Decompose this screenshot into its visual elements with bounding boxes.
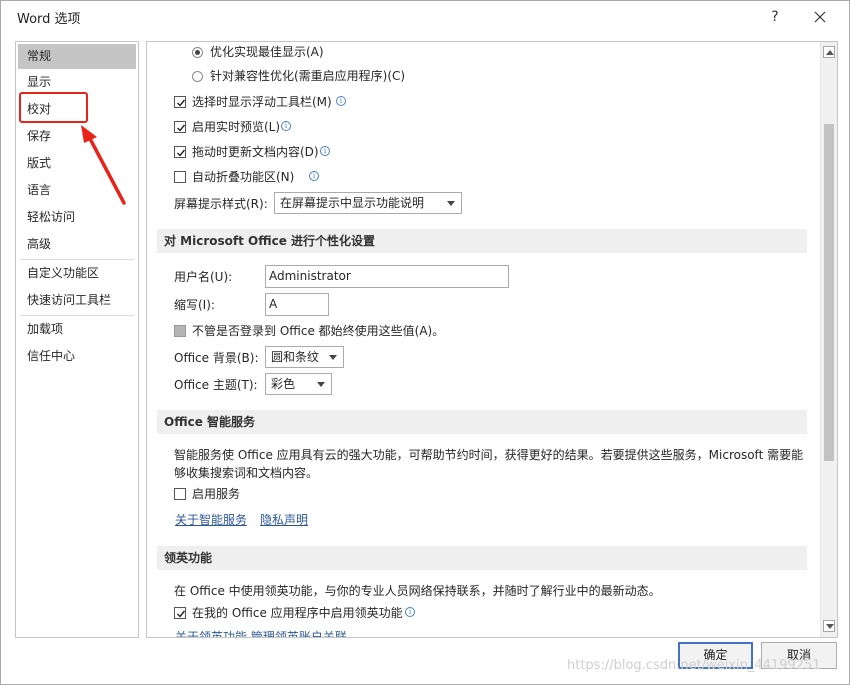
chevron-down-icon (329, 355, 337, 360)
mini-toolbar-checkbox[interactable] (174, 96, 186, 108)
always-use-values-label: 不管是否登录到 Office 都始终使用这些值(A)。 (192, 324, 445, 338)
username-field[interactable]: Administrator (265, 265, 509, 288)
screentip-style-label: 屏幕提示样式(R): (174, 197, 268, 211)
nav-item-general[interactable]: 常规 (18, 44, 136, 69)
checkmark-icon (177, 149, 186, 157)
initials-label: 缩写(I): (174, 298, 215, 312)
enable-linkedin-label: 在我的 Office 应用程序中启用领英功能 (192, 606, 403, 620)
screentip-style-select[interactable]: 在屏幕提示中显示功能说明 (274, 192, 462, 214)
privacy-statement-link[interactable]: 隐私声明 (260, 511, 308, 529)
scrollbar-thumb[interactable] (824, 124, 834, 461)
personalize-section-header: 对 Microsoft Office 进行个性化设置 (157, 229, 807, 253)
close-icon (814, 11, 826, 23)
nav-divider (20, 315, 134, 316)
radio-best-display[interactable] (192, 47, 203, 58)
enable-linkedin-checkbox[interactable] (174, 607, 186, 619)
help-button[interactable]: ? (761, 5, 789, 29)
scroll-down-button[interactable] (823, 620, 835, 632)
close-button[interactable] (805, 5, 835, 29)
about-intelligent-services-link[interactable]: 关于智能服务 (175, 511, 247, 529)
always-use-values-checkbox[interactable] (174, 325, 186, 337)
initials-field[interactable]: A (265, 293, 329, 316)
update-on-drag-checkbox[interactable] (174, 146, 186, 158)
checkmark-icon (177, 610, 186, 618)
word-options-dialog: Word 选项 ? 常规 显示 校对 保存 版式 语言 轻松访问 高级 自定义功… (0, 0, 850, 685)
options-category-nav: 常规 显示 校对 保存 版式 语言 轻松访问 高级 自定义功能区 快速访问工具栏… (15, 41, 139, 638)
collapse-ribbon-label: 自动折叠功能区(N) (192, 170, 295, 184)
username-label: 用户名(U): (174, 270, 233, 284)
nav-item-customize-ribbon[interactable]: 自定义功能区 (18, 261, 136, 286)
nav-item-display[interactable]: 显示 (18, 70, 136, 95)
info-icon[interactable]: i (281, 121, 291, 131)
office-background-value: 圆和条纹 (271, 350, 320, 364)
screentip-style-value: 在屏幕提示中显示功能说明 (280, 196, 425, 210)
nav-item-advanced[interactable]: 高级 (18, 232, 136, 257)
triangle-down-icon (826, 624, 834, 629)
vertical-scrollbar[interactable] (820, 42, 837, 637)
info-icon[interactable]: i (405, 607, 415, 617)
chevron-down-icon (317, 382, 325, 387)
options-content-pane: 优化实现最佳显示(A) 针对兼容性优化(需重启应用程序)(C) 选择时显示浮动工… (146, 41, 838, 638)
info-icon[interactable]: i (320, 146, 330, 156)
nav-item-layout[interactable]: 版式 (18, 151, 136, 176)
enable-services-label: 启用服务 (192, 487, 241, 501)
office-theme-value: 彩色 (271, 377, 296, 391)
linkedin-description: 在 Office 中使用领英功能，与你的专业人员网络保持联系，并随时了解行业中的… (174, 584, 661, 598)
collapse-ribbon-checkbox[interactable] (174, 171, 186, 183)
title-bar: Word 选项 ? (1, 1, 849, 33)
update-on-drag-label: 拖动时更新文档内容(D) (192, 145, 319, 159)
checkmark-icon (177, 124, 186, 132)
office-background-label: Office 背景(B): (174, 351, 259, 365)
info-icon[interactable]: i (336, 96, 346, 106)
nav-item-accessibility[interactable]: 轻松访问 (18, 205, 136, 230)
radio-compatibility[interactable] (192, 71, 203, 82)
office-theme-select[interactable]: 彩色 (265, 373, 332, 395)
nav-item-trust-center[interactable]: 信任中心 (18, 344, 136, 369)
linkedin-section-header: 领英功能 (157, 546, 807, 570)
ok-button[interactable]: 确定 (678, 642, 753, 669)
nav-item-proofing[interactable]: 校对 (18, 97, 136, 122)
nav-item-add-ins[interactable]: 加载项 (18, 317, 136, 342)
live-preview-label: 启用实时预览(L) (192, 120, 281, 134)
dialog-title: Word 选项 (17, 12, 81, 27)
mini-toolbar-label: 选择时显示浮动工具栏(M) (192, 95, 332, 109)
office-theme-label: Office 主题(T): (174, 378, 258, 392)
triangle-up-icon (826, 50, 834, 55)
intelligent-services-section-header: Office 智能服务 (157, 410, 807, 434)
scroll-up-button[interactable] (823, 46, 835, 58)
linkedin-links-partial[interactable]: 关于领英功能 管理领英账户关联 (175, 628, 347, 637)
info-icon[interactable]: i (309, 171, 319, 181)
radio-best-display-label: 优化实现最佳显示(A) (210, 45, 324, 59)
live-preview-checkbox[interactable] (174, 121, 186, 133)
checkmark-icon (177, 99, 186, 107)
nav-item-quick-access-toolbar[interactable]: 快速访问工具栏 (18, 288, 136, 313)
enable-services-checkbox[interactable] (174, 488, 186, 500)
nav-item-save[interactable]: 保存 (18, 124, 136, 149)
cancel-button[interactable]: 取消 (761, 642, 837, 669)
nav-divider (20, 259, 134, 260)
office-background-select[interactable]: 圆和条纹 (265, 346, 344, 368)
radio-compatibility-label: 针对兼容性优化(需重启应用程序)(C) (210, 69, 406, 83)
nav-item-language[interactable]: 语言 (18, 178, 136, 203)
intelligent-services-description: 智能服务使 Office 应用具有云的强大功能，可帮助节约时间，获得更好的结果。… (174, 448, 804, 480)
chevron-down-icon (447, 201, 455, 206)
